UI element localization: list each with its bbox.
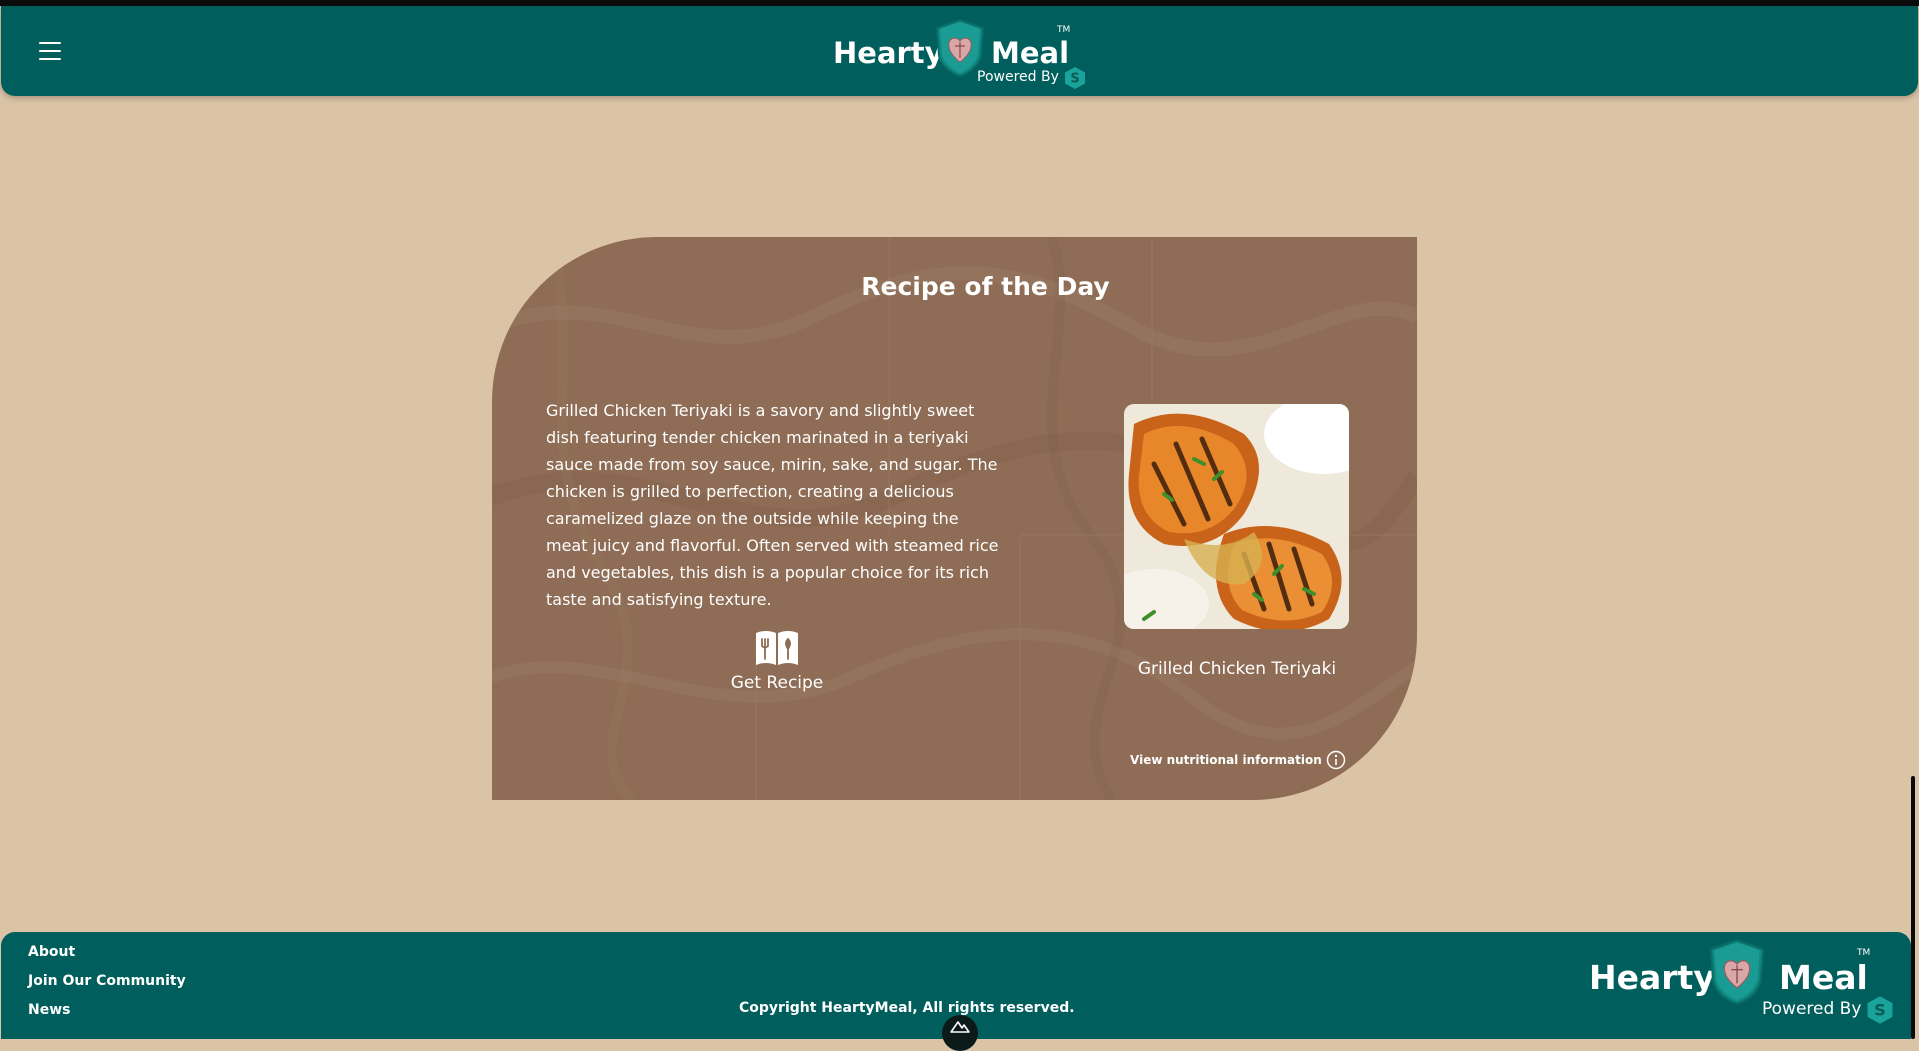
svg-text:S: S <box>1070 72 1079 87</box>
page-scrollbar[interactable] <box>1911 776 1915 1039</box>
brand-word-meal: Meal <box>991 36 1070 70</box>
view-nutrition-link[interactable]: View nutritional information <box>1130 750 1346 770</box>
trademark-mark: TM <box>1857 948 1871 958</box>
footer-link-news[interactable]: News <box>28 1002 186 1018</box>
footer-link-community[interactable]: Join Our Community <box>28 973 186 989</box>
grilled-chicken-image <box>1124 404 1349 629</box>
heart-shield-icon <box>1709 939 1765 1005</box>
dish-name: Grilled Chicken Teriyaki <box>1137 659 1337 679</box>
brand-word-meal: Meal <box>1779 958 1868 997</box>
recipe-book-icon <box>756 631 798 665</box>
get-recipe-label: Get Recipe <box>730 673 824 693</box>
hamburger-menu-icon[interactable] <box>39 42 61 60</box>
svg-text:S: S <box>1874 1001 1886 1020</box>
powered-by-label: Powered By <box>1762 999 1862 1019</box>
nuxt-mountain-icon[interactable] <box>942 1015 978 1051</box>
nutrition-link-label: View nutritional information <box>1130 753 1322 767</box>
mountain-glyph <box>950 1021 970 1033</box>
copyright-text: Copyright HeartyMeal, All rights reserve… <box>739 1000 1075 1016</box>
get-recipe-button[interactable]: Get Recipe <box>702 627 852 693</box>
brand-word-hearty: Hearty <box>833 36 944 70</box>
info-icon <box>1326 750 1345 770</box>
site-header: Hearty Meal TM Powered By S <box>1 6 1918 96</box>
card-title: Recipe of the Day <box>861 272 1110 301</box>
s-hexagon-icon: S <box>1867 996 1893 1024</box>
site-footer: About Join Our Community News Copyright … <box>1 932 1911 1051</box>
footer-nav: About Join Our Community News <box>28 944 186 1018</box>
dish-photo[interactable] <box>1124 404 1349 629</box>
trademark-mark: TM <box>1057 25 1071 35</box>
brand-word-hearty: Hearty <box>1589 958 1715 997</box>
footer-logo[interactable]: Hearty Meal TM Powered By S <box>1589 938 1893 1038</box>
recipe-description: Grilled Chicken Teriyaki is a savory and… <box>546 401 999 609</box>
header-logo[interactable]: Hearty Meal TM Powered By S <box>833 16 1093 94</box>
footer-link-about[interactable]: About <box>28 944 186 960</box>
recipe-of-the-day-card: Recipe of the Day Grilled Chicken Teriya… <box>492 237 1417 800</box>
s-hexagon-icon: S <box>1065 67 1085 89</box>
powered-by-label: Powered By <box>977 69 1059 85</box>
